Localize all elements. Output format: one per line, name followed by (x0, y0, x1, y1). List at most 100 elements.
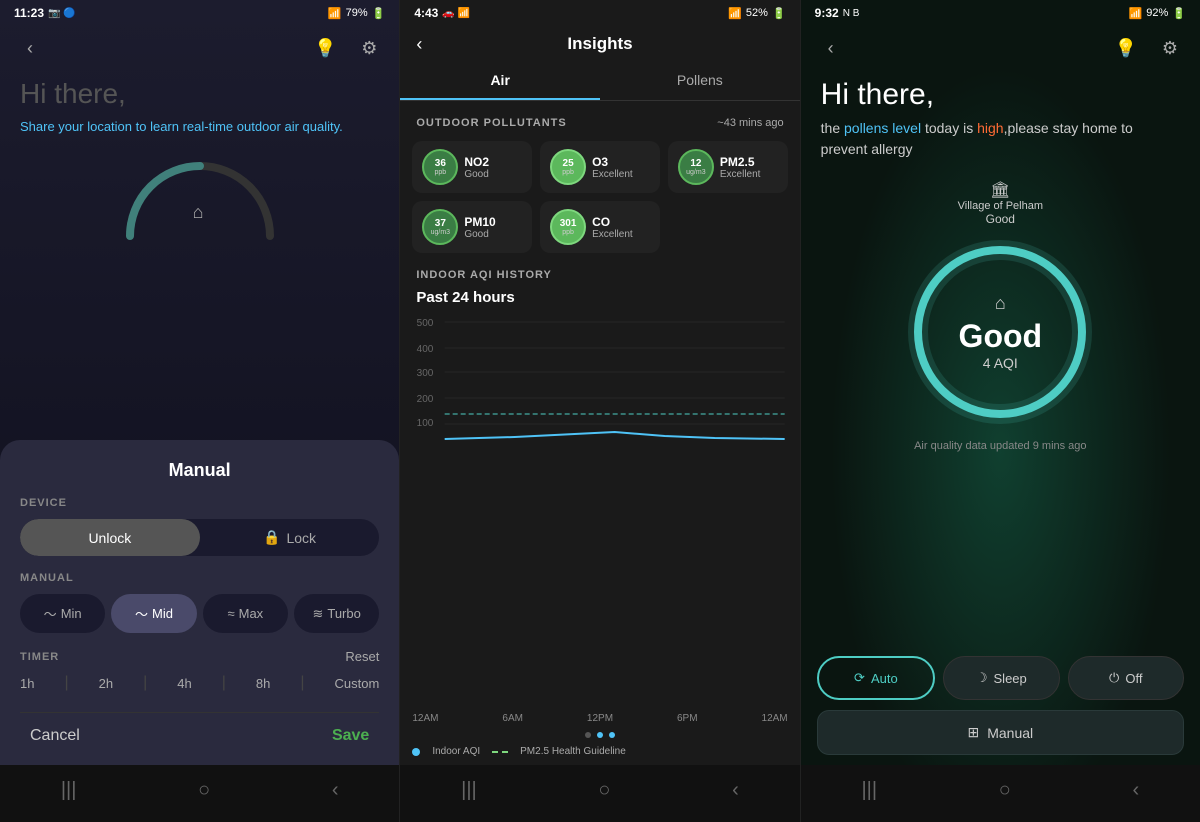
location-name: Village of Pelham (958, 200, 1043, 212)
building-icon: 🏛 (990, 180, 1010, 200)
settings-icon-1[interactable]: ⚙ (355, 34, 383, 62)
back-button-1[interactable]: ‹ (16, 34, 44, 62)
gauge-center: ⌂ Good 4 AQI (959, 293, 1043, 371)
panel1-header: ‹ 💡 ⚙ (0, 26, 399, 66)
off-mode-button[interactable]: ⏻ Off (1068, 656, 1184, 700)
settings-icon-3[interactable]: ⚙ (1156, 34, 1184, 62)
unlock-button[interactable]: Unlock (20, 519, 200, 556)
status-icons-3: N B (843, 8, 860, 19)
timer-custom[interactable]: Custom (335, 676, 380, 691)
fan-mid-icon: 〜 (135, 604, 148, 623)
status-bar-2: 4:43 🚗 📶 📶 52% 🔋 (400, 0, 799, 26)
pollutant-no2: 36 ppb NO2 Good (412, 141, 532, 193)
share-text-1: Share your location to learn real-time o… (20, 118, 379, 136)
fan-min-button[interactable]: 〜 Min (20, 594, 105, 633)
nav-menu-2[interactable]: ||| (445, 775, 493, 806)
sheet-title: Manual (20, 460, 379, 481)
o3-circle: 25 ppb (550, 149, 586, 185)
panel1-top: Hi there, Share your location to learn r… (0, 66, 399, 440)
legend-label-aqi: Indoor AQI (432, 746, 480, 757)
battery-icon-2: 🔋 (772, 7, 786, 20)
wifi-2: 📶 (728, 7, 742, 20)
nav-bar-2: ||| ○ ‹ (400, 765, 799, 822)
svg-text:400: 400 (417, 344, 434, 355)
svg-text:200: 200 (417, 394, 434, 405)
back-button-2[interactable]: ‹ (416, 34, 422, 55)
timer-4h[interactable]: 4h (177, 676, 191, 691)
manual-mode-button[interactable]: ⊞ Manual (817, 710, 1184, 755)
light-icon-3[interactable]: 💡 (1112, 34, 1140, 62)
fan-max-icon: ≈ (227, 606, 234, 621)
location-label: 🏛 Village of Pelham Good (958, 180, 1043, 226)
location-link[interactable]: location (87, 119, 132, 134)
panel-aqi: 9:32 N B 📶 92% 🔋 ‹ 💡 ⚙ Hi there, the pol… (801, 0, 1200, 822)
nav-home-2[interactable]: ○ (582, 775, 626, 806)
fan-turbo-button[interactable]: ≋ Turbo (294, 594, 379, 633)
battery-icon-3: 🔋 (1172, 7, 1186, 20)
legend-dot-aqi (412, 748, 420, 756)
svg-text:300: 300 (417, 368, 434, 379)
nav-back-3[interactable]: ‹ (1116, 775, 1155, 806)
timer-label: TIMER (20, 651, 59, 663)
back-button-3[interactable]: ‹ (817, 34, 845, 62)
fan-max-button[interactable]: ≈ Max (203, 594, 288, 633)
status-bar-1: 11:23 📷 🔵 📶 79% 🔋 (0, 0, 399, 26)
sleep-mode-button[interactable]: ☽ Sleep (943, 656, 1059, 700)
timer-row: TIMER Reset (20, 649, 379, 664)
greeting-3: Hi there, (801, 66, 1200, 118)
nav-back-1[interactable]: ‹ (316, 775, 355, 806)
legend-dash-pm25 (492, 751, 508, 753)
aqi-update-text: Air quality data updated 9 mins ago (914, 440, 1086, 452)
lock-icon: 🔒 (263, 529, 280, 546)
lock-button[interactable]: 🔒 Lock (200, 519, 380, 556)
dot-3[interactable] (609, 732, 615, 738)
tab-pollens[interactable]: Pollens (600, 62, 800, 100)
pm25-circle: 12 ug/m3 (678, 149, 714, 185)
svg-text:100: 100 (417, 418, 434, 429)
insights-title: Insights (567, 34, 632, 54)
pollutant-pm25: 12 ug/m3 PM2.5 Excellent (668, 141, 788, 193)
time-3: 9:32 (815, 6, 839, 20)
wifi-icon-1: 📶 (328, 7, 342, 20)
nav-home-1[interactable]: ○ (182, 775, 226, 806)
nav-menu-3[interactable]: ||| (845, 775, 893, 806)
status-icons-1: 📷 🔵 (48, 8, 76, 19)
timer-1h[interactable]: 1h (20, 676, 34, 691)
aqi-gauge-container: 🏛 Village of Pelham Good ⌂ Good 4 AQI (801, 172, 1200, 646)
tab-air[interactable]: Air (400, 62, 600, 100)
dot-1[interactable] (585, 732, 591, 738)
mode-buttons: ⟳ Auto ☽ Sleep ⏻ Off (801, 646, 1200, 706)
timer-2h[interactable]: 2h (99, 676, 113, 691)
nav-bar-1: ||| ○ ‹ (0, 765, 399, 822)
high-highlight: high (977, 120, 1003, 136)
time-2: 4:43 (414, 6, 438, 20)
gauge-wrapper: ⌂ Good 4 AQI (900, 232, 1100, 432)
sleep-icon: ☽ (976, 670, 988, 686)
battery-3: 92% (1146, 7, 1168, 19)
timer-8h[interactable]: 8h (256, 676, 270, 691)
status-bar-3: 9:32 N B 📶 92% 🔋 (801, 0, 1200, 26)
greeting-1: Hi there, (20, 78, 379, 110)
light-icon-1[interactable]: 💡 (311, 34, 339, 62)
nav-back-2[interactable]: ‹ (716, 775, 755, 806)
pollutants-row2: 37 ug/m3 PM10 Good 301 ppb CO Excellent (400, 201, 799, 261)
device-toggle: Unlock 🔒 Lock (20, 519, 379, 556)
nav-home-3[interactable]: ○ (983, 775, 1027, 806)
outdoor-section-title: OUTDOOR POLLUTANTS ~43 mins ago (400, 105, 799, 133)
cancel-button[interactable]: Cancel (30, 727, 80, 745)
time-1: 11:23 (14, 6, 44, 20)
fan-min-icon: 〜 (44, 604, 57, 623)
pollutant-pm10: 37 ug/m3 PM10 Good (412, 201, 532, 253)
fan-mid-button[interactable]: 〜 Mid (111, 594, 196, 633)
pollutant-o3: 25 ppb O3 Excellent (540, 141, 660, 193)
timer-reset-button[interactable]: Reset (345, 649, 379, 664)
auto-mode-button[interactable]: ⟳ Auto (817, 656, 935, 700)
aqi-status: Good (959, 318, 1043, 355)
dot-2[interactable] (597, 732, 603, 738)
battery-1: 79% (346, 7, 368, 19)
nav-menu-1[interactable]: ||| (45, 775, 93, 806)
save-button[interactable]: Save (332, 727, 369, 745)
timer-options: 1h | 2h | 4h | 8h | Custom (20, 674, 379, 692)
panel2-header: ‹ Insights (400, 26, 799, 58)
co-circle: 301 ppb (550, 209, 586, 245)
